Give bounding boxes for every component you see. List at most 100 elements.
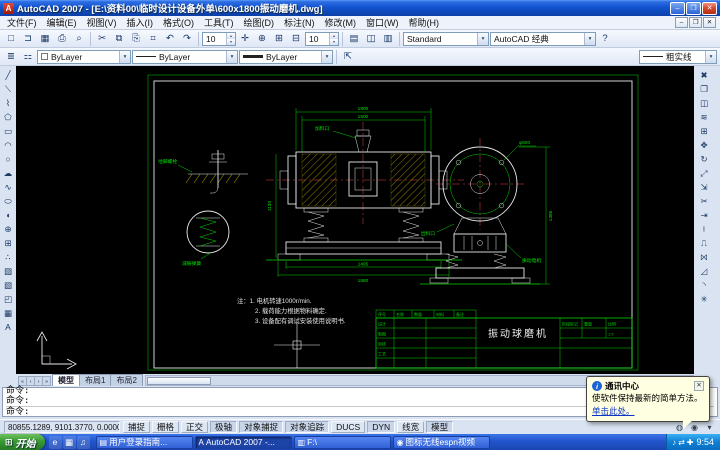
toggle-对象捕捉[interactable]: 对象捕捉: [239, 421, 284, 433]
taskbar-task[interactable]: ◉ 图标无线espn视频: [392, 435, 490, 449]
tab-布局1[interactable]: 布局1: [79, 374, 112, 386]
menu-item-7[interactable]: 标注(N): [279, 16, 320, 29]
mdi-minimize-button[interactable]: –: [675, 17, 688, 28]
insert-block-icon[interactable]: ⊕: [1, 222, 15, 236]
zoom-realtime-icon[interactable]: ⊕: [254, 31, 270, 47]
ellipse-icon[interactable]: ⬭: [1, 194, 15, 208]
make-block-icon[interactable]: ⊞: [1, 236, 15, 250]
network-icon[interactable]: ⇄: [678, 438, 685, 447]
menu-item-9[interactable]: 窗口(W): [361, 16, 404, 29]
menu-item-8[interactable]: 修改(M): [320, 16, 362, 29]
properties-icon[interactable]: ▤: [346, 31, 362, 47]
line-icon[interactable]: ╱: [1, 68, 15, 82]
polyline-icon[interactable]: ⌇: [1, 96, 15, 110]
antivirus-icon[interactable]: ✚: [687, 438, 694, 447]
toggle-栅格[interactable]: 栅格: [152, 421, 180, 433]
trim-icon[interactable]: ✂: [697, 194, 711, 208]
lineweight-control-combo[interactable]: ByLayer ▾: [239, 49, 333, 64]
new-file-icon[interactable]: □: [3, 31, 19, 47]
balloon-close-icon[interactable]: ✕: [694, 381, 704, 391]
plot-icon[interactable]: ⎙: [54, 31, 70, 47]
help-icon[interactable]: ?: [597, 31, 613, 47]
text-style-combo[interactable]: Standard ▾: [403, 31, 489, 46]
mtext-icon[interactable]: A: [1, 320, 15, 334]
color-control-combo[interactable]: ByLayer ▾: [37, 49, 131, 64]
ie-icon[interactable]: e: [48, 435, 62, 449]
coordinates-display[interactable]: 80855.1289, 9101.3770, 0.0000: [4, 421, 120, 433]
toggle-极轴[interactable]: 极轴: [210, 421, 238, 433]
value-spinner-2-down-icon[interactable]: ▾: [330, 38, 338, 45]
rectangle-icon[interactable]: ▭: [1, 124, 15, 138]
match-properties-icon[interactable]: ⌗: [145, 31, 161, 47]
designcenter-icon[interactable]: ◫: [363, 31, 379, 47]
polygon-icon[interactable]: ⬠: [1, 110, 15, 124]
offset-icon[interactable]: ≋: [697, 110, 711, 124]
cut-icon[interactable]: ✂: [94, 31, 110, 47]
menu-item-1[interactable]: 编辑(E): [42, 16, 82, 29]
array-icon[interactable]: ⊞: [697, 124, 711, 138]
hatch-icon[interactable]: ▨: [1, 264, 15, 278]
tab-nav-arrow-icon-3[interactable]: »: [42, 376, 51, 386]
layer-states-icon[interactable]: ⚏: [20, 49, 36, 65]
menu-item-5[interactable]: 工具(T): [199, 16, 239, 29]
mirror-icon[interactable]: ◫: [697, 96, 711, 110]
extend-icon[interactable]: ⇥: [697, 208, 711, 222]
menu-item-6[interactable]: 绘图(D): [239, 16, 280, 29]
taskbar-task[interactable]: ▥ F:\: [293, 435, 391, 449]
value-spinner-1-down-icon[interactable]: ▾: [227, 38, 235, 45]
linetype-control-combo[interactable]: ByLayer ▾: [132, 49, 238, 64]
dropdown-arrow-icon[interactable]: ▾: [119, 50, 130, 63]
balloon-link[interactable]: 单击此处。: [592, 405, 635, 417]
ellipse-arc-icon[interactable]: ◖: [1, 208, 15, 222]
zoom-previous-icon[interactable]: ⊟: [288, 31, 304, 47]
dropdown-arrow-icon[interactable]: ▾: [584, 32, 595, 45]
table-icon[interactable]: ▦: [1, 306, 15, 320]
mdi-close-button[interactable]: ✕: [703, 17, 716, 28]
media-player-icon[interactable]: ♫: [76, 435, 90, 449]
erase-icon[interactable]: ✖: [697, 68, 711, 82]
circle-icon[interactable]: ○: [1, 152, 15, 166]
maximize-button[interactable]: ❐: [686, 1, 701, 15]
paste-icon[interactable]: ⎘: [128, 31, 144, 47]
toggle-DUCS[interactable]: DUCS: [331, 421, 366, 433]
start-button[interactable]: ⊞ 开始: [0, 434, 45, 450]
menu-item-0[interactable]: 文件(F): [2, 16, 42, 29]
tab-布局2[interactable]: 布局2: [110, 374, 143, 386]
toggle-模型[interactable]: 模型: [426, 421, 454, 433]
menu-item-10[interactable]: 帮助(H): [404, 16, 445, 29]
gradient-icon[interactable]: ▧: [1, 278, 15, 292]
scale-icon[interactable]: ⤢: [697, 166, 711, 180]
copy-icon[interactable]: ⧉: [111, 31, 127, 47]
open-file-icon[interactable]: ⊐: [20, 31, 36, 47]
value-spinner-2[interactable]: 10 ▴ ▾: [305, 31, 339, 46]
taskbar-task[interactable]: ▤ 用户登录指南...: [95, 435, 193, 449]
menu-item-3[interactable]: 插入(I): [122, 16, 159, 29]
break-icon[interactable]: ⎍: [697, 236, 711, 250]
toggle-线宽[interactable]: 线宽: [397, 421, 425, 433]
break-at-point-icon[interactable]: ⍿: [697, 222, 711, 236]
revision-cloud-icon[interactable]: ☁: [1, 166, 15, 180]
construction-line-icon[interactable]: ⟍: [1, 82, 15, 96]
copy-object-icon[interactable]: ❐: [697, 82, 711, 96]
menu-item-4[interactable]: 格式(O): [158, 16, 199, 29]
value-spinner-1[interactable]: 10 ▴ ▾: [202, 31, 236, 46]
arc-icon[interactable]: ◠: [1, 138, 15, 152]
dropdown-arrow-icon[interactable]: ▾: [705, 50, 716, 63]
stretch-icon[interactable]: ⇲: [697, 180, 711, 194]
status-menu-arrow-icon[interactable]: ▾: [703, 421, 716, 433]
show-desktop-icon[interactable]: ▦: [62, 435, 76, 449]
plot-preview-icon[interactable]: ⌕: [71, 31, 87, 47]
volume-icon[interactable]: ♪: [672, 438, 676, 447]
tool-palettes-icon[interactable]: ▥: [380, 31, 396, 47]
move-icon[interactable]: ✥: [697, 138, 711, 152]
workspace-combo[interactable]: AutoCAD 经典 ▾: [490, 31, 596, 46]
plot-style-combo[interactable]: 粗实线 ▾: [639, 49, 717, 64]
pan-icon[interactable]: ✛: [237, 31, 253, 47]
close-button[interactable]: ✕: [702, 1, 717, 15]
dropdown-arrow-icon[interactable]: ▾: [321, 50, 332, 63]
toggle-DYN[interactable]: DYN: [367, 421, 396, 433]
zoom-window-icon[interactable]: ⊞: [271, 31, 287, 47]
dropdown-arrow-icon[interactable]: ▾: [226, 50, 237, 63]
fillet-icon[interactable]: ◝: [697, 278, 711, 292]
point-icon[interactable]: ∴: [1, 250, 15, 264]
